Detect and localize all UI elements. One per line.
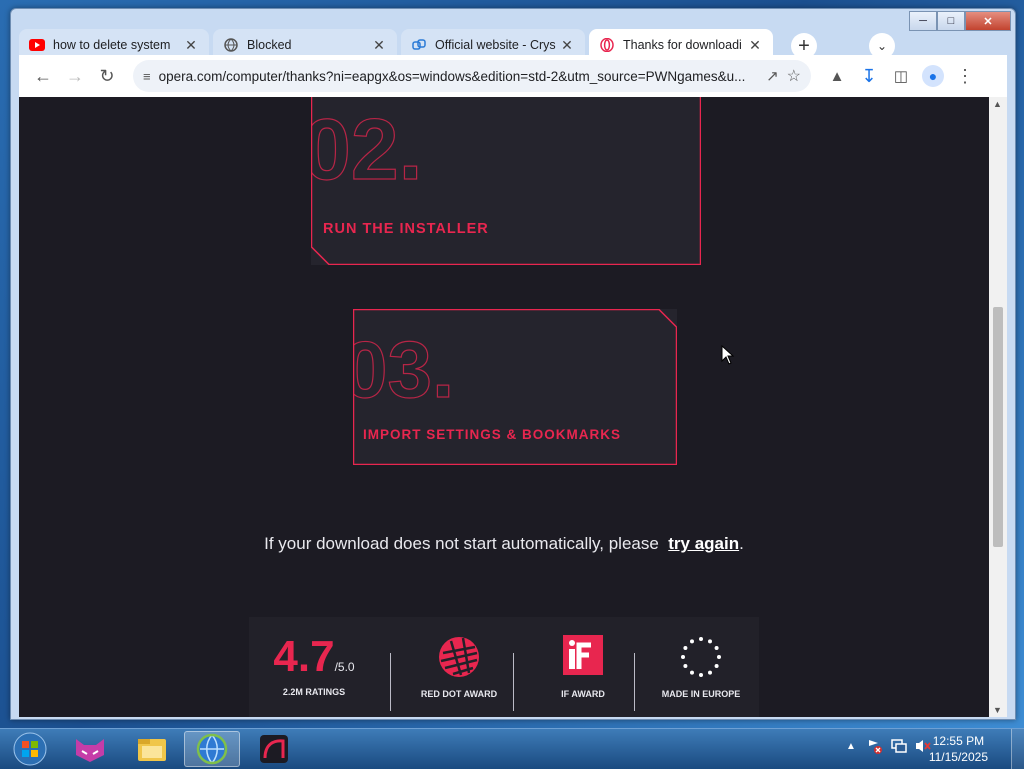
close-tab-icon[interactable]: ✕	[559, 37, 575, 54]
try-again-link[interactable]: try again	[668, 534, 739, 553]
taskbar: ▲ 12:55 PM 11/15/2025	[0, 728, 1024, 769]
red-dot-award: RED DOT AWARD	[399, 635, 519, 717]
desktop: ─ □ ✕ how to delete system ✕ Blocked ✕ O…	[0, 0, 1024, 769]
menu-button[interactable]: ⋮	[949, 60, 981, 92]
taskbar-file-explorer[interactable]	[124, 731, 180, 767]
tab-title: how to delete system	[53, 38, 171, 52]
step-number: 03.	[353, 325, 454, 414]
arrow-left-icon: ←	[34, 65, 52, 86]
profile-button[interactable]: ●	[917, 60, 949, 92]
action-center-icon[interactable]	[866, 738, 882, 754]
kebab-menu-icon: ⋮	[956, 65, 974, 86]
scroll-up-icon[interactable]: ▲	[993, 99, 1002, 109]
scrollbar-thumb[interactable]	[993, 307, 1003, 547]
made-in-europe: MADE IN EUROPE	[641, 635, 761, 717]
share-icon[interactable]: ↗	[766, 67, 779, 85]
globe-icon	[223, 37, 239, 53]
step-card-import-settings: 03. IMPORT SETTINGS & BOOKMARKS	[353, 309, 677, 465]
network-icon[interactable]	[890, 738, 908, 754]
youtube-icon	[29, 37, 45, 53]
eu-stars-icon	[681, 637, 721, 677]
cat-app-icon	[76, 739, 104, 762]
close-tab-icon[interactable]: ✕	[371, 37, 387, 54]
browser-toolbar: ← → ↻ ≡ opera.com/computer/thanks?ni=eap…	[19, 55, 1007, 97]
page-scrollbar[interactable]: ▲ ▼	[989, 97, 1007, 717]
side-panel-icon: ◫	[893, 68, 909, 85]
arrow-right-icon: →	[66, 65, 84, 86]
step-number: 02.	[311, 102, 423, 198]
red-dot-icon	[439, 637, 479, 677]
chevron-down-icon: ⌄	[876, 39, 888, 53]
downloads-button[interactable]: ↧	[853, 60, 885, 92]
divider	[634, 653, 635, 711]
avatar-icon: ●	[922, 65, 944, 87]
back-button[interactable]: ←	[27, 60, 59, 92]
labs-button[interactable]: ▲	[821, 60, 853, 92]
taskbar-opera-gx[interactable]	[246, 731, 302, 767]
tab-title: Blocked	[247, 38, 292, 52]
site-info-icon[interactable]: ≡	[143, 69, 151, 84]
notice-text: If your download does not start automati…	[264, 534, 659, 553]
if-award-label: IF AWARD	[561, 689, 605, 699]
if-award: IF AWARD	[523, 635, 643, 717]
divider	[513, 653, 514, 711]
mouse-cursor-icon	[721, 345, 735, 365]
rating-stat: 4.7/5.0 2.2M RATINGS	[249, 635, 379, 717]
show-desktop-button[interactable]	[1011, 729, 1024, 769]
tray-expand-icon[interactable]: ▲	[846, 741, 856, 752]
close-tab-icon[interactable]: ✕	[747, 37, 763, 54]
browser-window: ─ □ ✕ how to delete system ✕ Blocked ✕ O…	[10, 8, 1016, 720]
download-notice: If your download does not start automati…	[19, 534, 989, 554]
close-tab-icon[interactable]: ✕	[183, 37, 199, 54]
rating-value: 4.7	[273, 632, 335, 681]
opera-icon	[599, 37, 615, 53]
reload-icon: ↻	[99, 65, 115, 86]
browser-globe-icon	[196, 733, 228, 765]
tab-title: Official website - Crys	[435, 38, 556, 52]
download-icon: ↧	[861, 65, 877, 86]
bookmark-star-icon[interactable]: ☆	[787, 66, 801, 86]
reload-button[interactable]: ↻	[91, 60, 123, 92]
clock-date: 11/15/2025	[928, 750, 988, 764]
link-icon	[411, 37, 427, 53]
card-outline-decoration: 02.	[311, 97, 701, 265]
tab-title: Thanks for downloadi	[623, 38, 742, 52]
start-button[interactable]	[2, 731, 58, 767]
rating-max: /5.0	[334, 660, 355, 674]
opera-gx-icon	[260, 735, 288, 763]
notice-suffix: .	[739, 534, 744, 553]
divider	[390, 653, 391, 711]
system-clock[interactable]: 12:55 PM 11/15/2025	[929, 733, 988, 765]
page-content: 02. RUN THE INSTALLER 03. IMPORT SETTING…	[19, 97, 989, 717]
scroll-down-icon[interactable]: ▼	[993, 705, 1002, 715]
address-bar[interactable]: ≡ opera.com/computer/thanks?ni=eapgx&os=…	[133, 60, 811, 92]
clock-time: 12:55 PM	[932, 734, 985, 748]
taskbar-app-kitty[interactable]	[62, 731, 118, 767]
windows-start-icon	[13, 732, 47, 766]
ratings-count: 2.2M RATINGS	[282, 687, 346, 697]
side-panel-button[interactable]: ◫	[885, 60, 917, 92]
url-text: opera.com/computer/thanks?ni=eapgx&os=wi…	[158, 68, 746, 84]
red-dot-label: RED DOT AWARD	[420, 689, 498, 699]
folder-icon	[138, 739, 166, 761]
made-in-europe-label: MADE IN EUROPE	[661, 689, 741, 699]
step-label: IMPORT SETTINGS & BOOKMARKS	[363, 427, 622, 442]
if-award-icon	[563, 635, 603, 675]
taskbar-browser[interactable]	[184, 731, 240, 767]
step-card-run-installer: 02. RUN THE INSTALLER	[311, 97, 701, 265]
flask-icon: ▲	[829, 67, 845, 85]
forward-button[interactable]: →	[59, 60, 91, 92]
step-label: RUN THE INSTALLER	[323, 221, 489, 237]
awards-bar: 4.7/5.0 2.2M RATINGS RED DOT AWARD IF AW…	[249, 617, 759, 717]
